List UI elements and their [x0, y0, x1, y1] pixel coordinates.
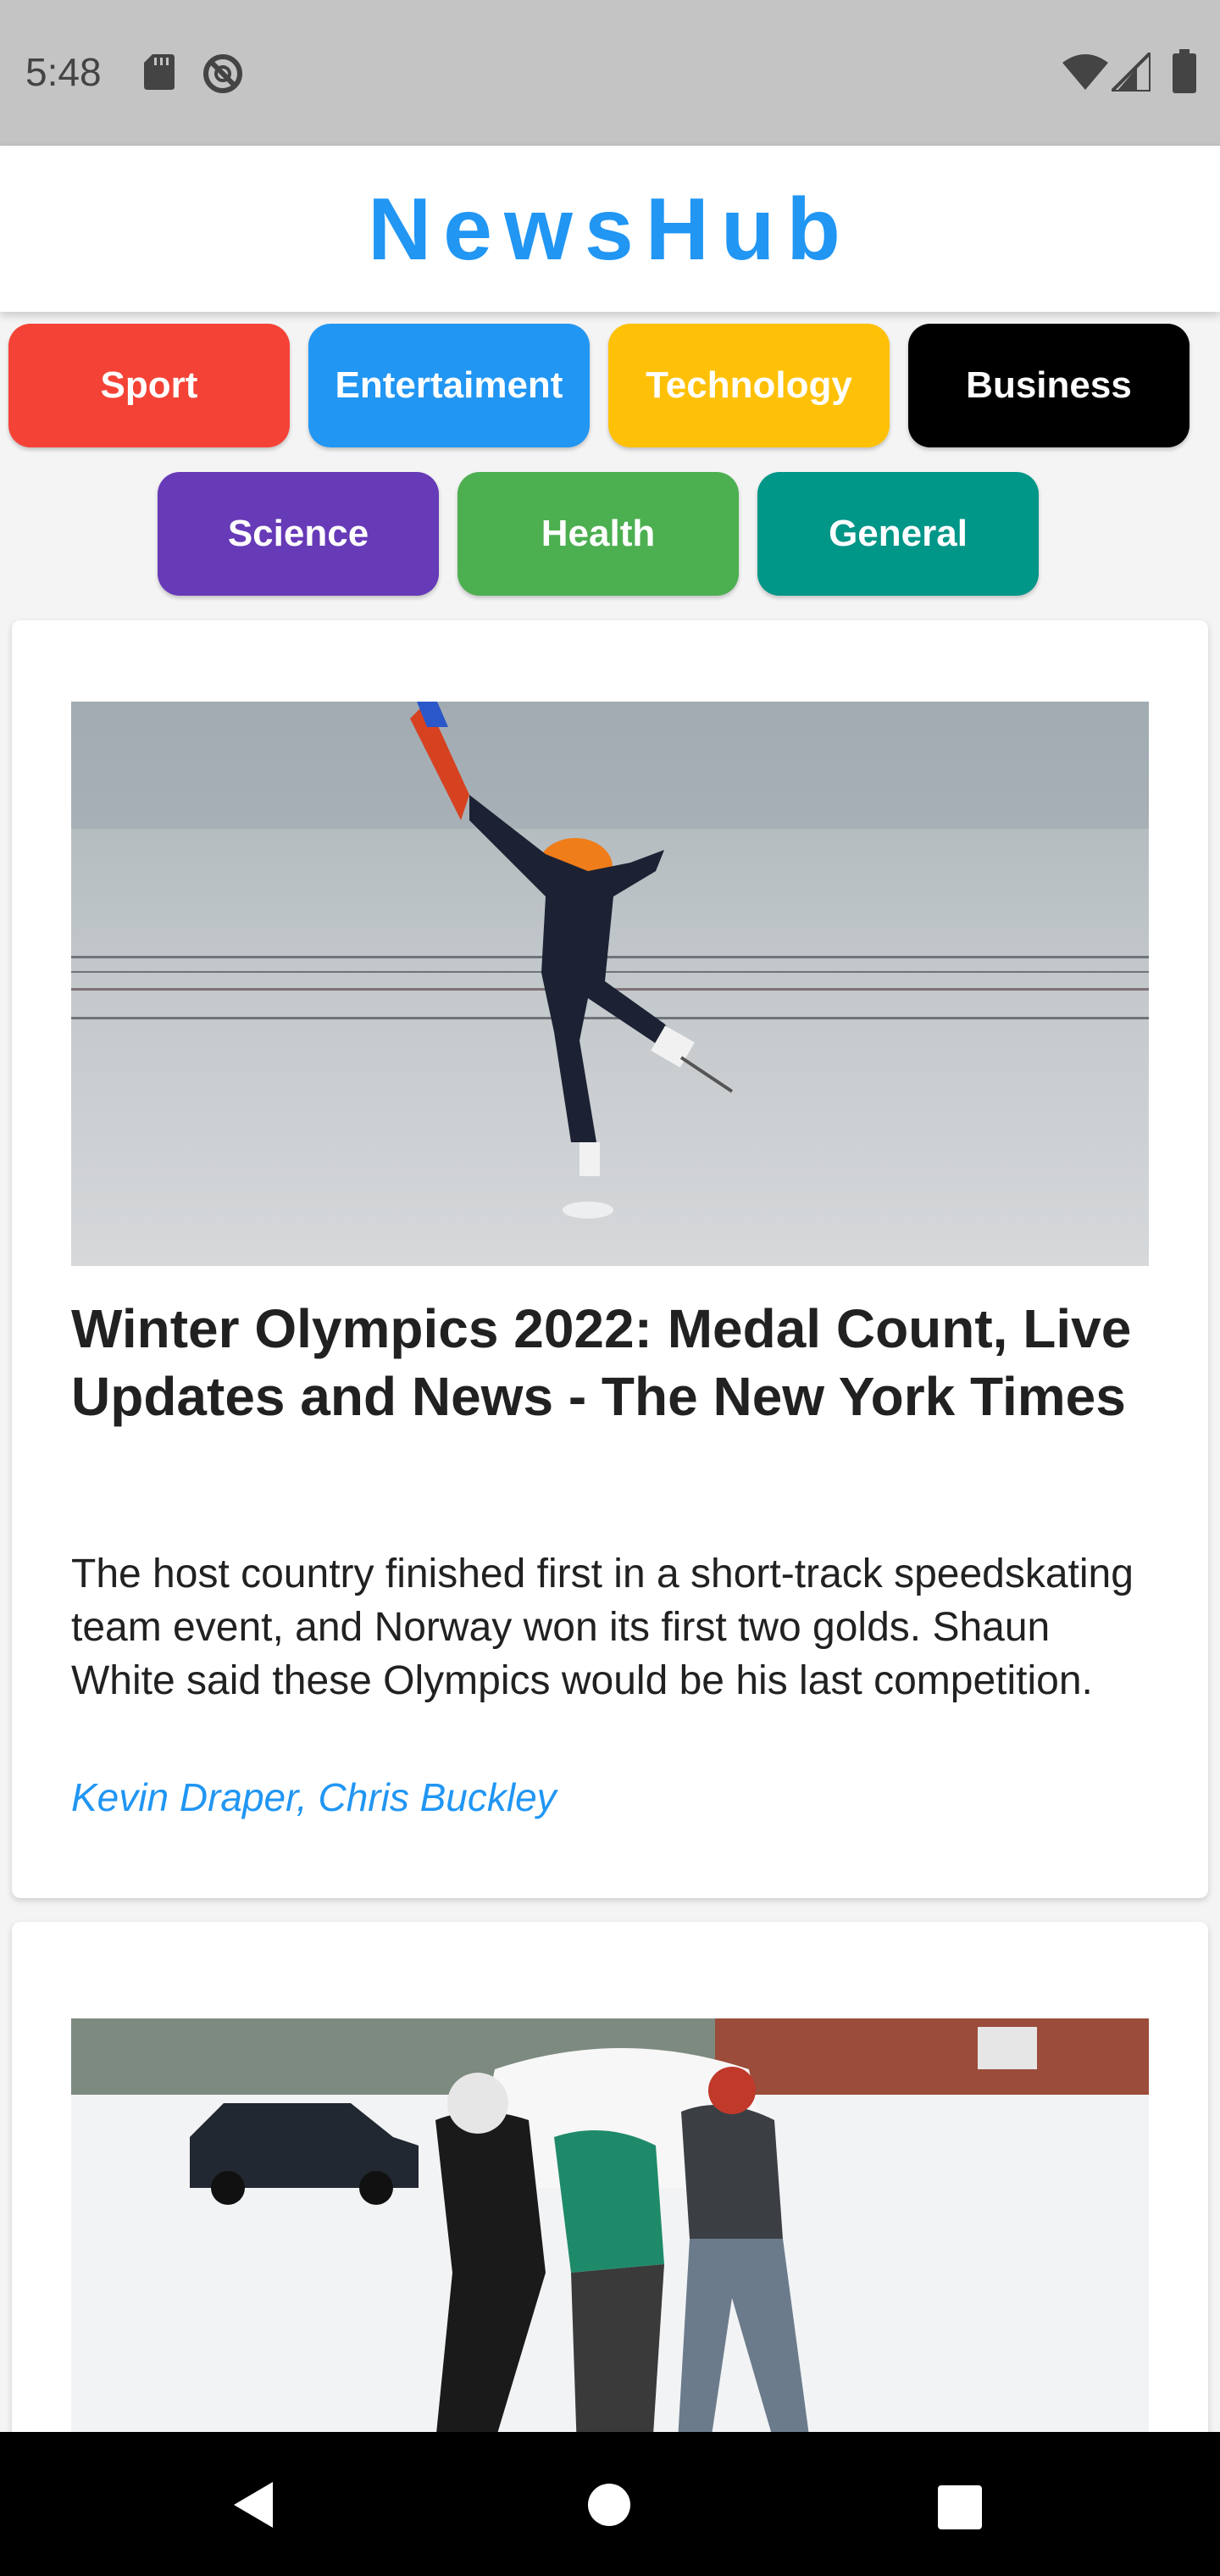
- status-bar: 5:48: [0, 0, 1220, 146]
- article-title[interactable]: Winter Olympics 2022: Medal Count, Live …: [71, 1295, 1149, 1430]
- category-technology-button[interactable]: Technology: [608, 324, 890, 447]
- app-bar: NewsHub: [0, 146, 1220, 312]
- category-label: Sport: [100, 364, 198, 406]
- article-card[interactable]: Winter Olympics 2022: Medal Count, Live …: [12, 620, 1208, 1898]
- category-label: Business: [966, 364, 1132, 406]
- do-not-disturb-icon: [203, 54, 242, 93]
- category-label: Health: [541, 513, 656, 554]
- category-science-button[interactable]: Science: [158, 472, 439, 596]
- category-bar: Sport Entertaiment Technology Business S…: [0, 322, 1220, 602]
- article-author: Kevin Draper, Chris Buckley: [71, 1775, 557, 1819]
- article-card[interactable]: [12, 1922, 1208, 2515]
- category-health-button[interactable]: Health: [458, 472, 739, 596]
- category-label: Science: [227, 513, 369, 554]
- status-time: 5:48: [25, 50, 102, 94]
- category-entertainment-button[interactable]: Entertaiment: [308, 324, 590, 447]
- sd-card-icon: [144, 54, 175, 90]
- home-icon[interactable]: [587, 2483, 631, 2527]
- article-description: The host country finished first in a sho…: [71, 1552, 1134, 1703]
- category-label: General: [829, 513, 968, 554]
- battery-icon: [1173, 49, 1196, 93]
- category-business-button[interactable]: Business: [908, 324, 1190, 447]
- category-sport-button[interactable]: Sport: [8, 324, 290, 447]
- wifi-icon: [1062, 54, 1108, 90]
- category-label: Technology: [646, 364, 852, 406]
- article-image: [71, 702, 1149, 1266]
- recents-icon[interactable]: [938, 2485, 982, 2529]
- category-general-button[interactable]: General: [757, 472, 1039, 596]
- signal-icon: [1112, 53, 1151, 92]
- back-icon[interactable]: [230, 2480, 276, 2529]
- category-label: Entertaiment: [335, 364, 563, 406]
- app-title: NewsHub: [368, 180, 852, 279]
